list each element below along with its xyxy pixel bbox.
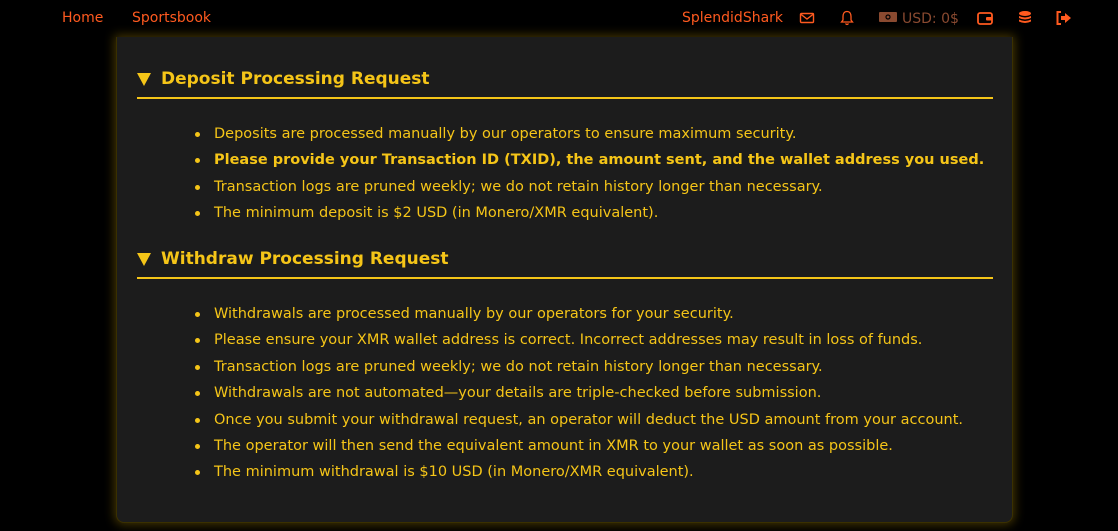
deposit-section-header[interactable]: Deposit Processing Request <box>137 67 993 99</box>
expand-triangle-icon <box>137 72 151 86</box>
list-item: Withdrawals are not automated—your detai… <box>195 380 963 406</box>
list-item: Deposits are processed manually by our o… <box>195 121 984 147</box>
logout-icon[interactable] <box>1055 9 1073 27</box>
nav-home-link[interactable]: Home <box>62 10 103 26</box>
wallet-icon[interactable] <box>976 9 994 27</box>
deposit-info-list: Deposits are processed manually by our o… <box>195 121 984 227</box>
balance-text: USD: 0$ <box>902 11 959 27</box>
money-icon <box>878 10 898 28</box>
balance-display: USD: 0$ <box>878 10 959 28</box>
deposit-section-title: Deposit Processing Request <box>161 69 430 89</box>
list-item: The minimum deposit is $2 USD (in Monero… <box>195 200 984 226</box>
list-item: The minimum withdrawal is $10 USD (in Mo… <box>195 459 963 485</box>
withdraw-info-list: Withdrawals are processed manually by ou… <box>195 301 963 486</box>
mail-icon[interactable] <box>799 9 817 27</box>
coins-icon[interactable] <box>1016 9 1034 27</box>
list-item: The operator will then send the equivale… <box>195 433 963 459</box>
processing-info-panel: Deposit Processing Request Deposits are … <box>116 37 1013 523</box>
list-item: Please provide your Transaction ID (TXID… <box>195 147 984 173</box>
list-item: Withdrawals are processed manually by ou… <box>195 301 963 327</box>
bell-icon[interactable] <box>839 9 857 27</box>
top-navbar: Home Sportsbook SplendidShark USD: 0$ <box>0 0 1118 38</box>
list-item: Transaction logs are pruned weekly; we d… <box>195 354 963 380</box>
list-item: Transaction logs are pruned weekly; we d… <box>195 174 984 200</box>
list-item: Please ensure your XMR wallet address is… <box>195 327 963 353</box>
expand-triangle-icon <box>137 252 151 266</box>
username-link[interactable]: SplendidShark <box>682 10 783 26</box>
nav-sportsbook-link[interactable]: Sportsbook <box>132 10 211 26</box>
withdraw-section-header[interactable]: Withdraw Processing Request <box>137 247 993 279</box>
withdraw-section-title: Withdraw Processing Request <box>161 249 449 269</box>
list-item: Once you submit your withdrawal request,… <box>195 407 963 433</box>
